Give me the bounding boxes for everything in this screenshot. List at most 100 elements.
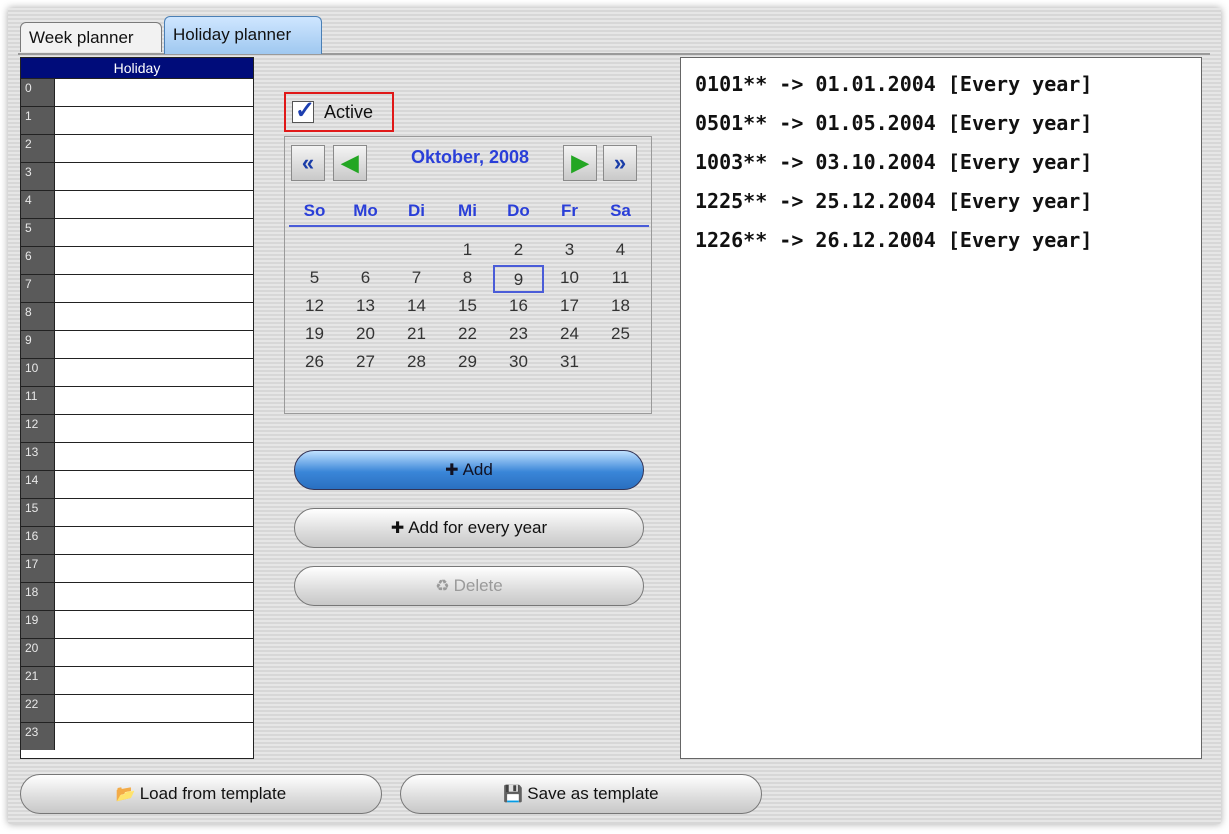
holiday-list-item[interactable]: 0501** -> 01.05.2004 [Every year] bbox=[695, 105, 1201, 144]
hour-cell[interactable] bbox=[55, 555, 253, 582]
calendar-day[interactable]: 11 bbox=[595, 265, 646, 293]
calendar-day[interactable]: 25 bbox=[595, 321, 646, 349]
holiday-list-item[interactable]: 1003** -> 03.10.2004 [Every year] bbox=[695, 144, 1201, 183]
hour-row[interactable]: 21 bbox=[21, 666, 253, 694]
calendar-day[interactable]: 4 bbox=[595, 237, 646, 265]
hour-cell[interactable] bbox=[55, 247, 253, 274]
hour-cell[interactable] bbox=[55, 303, 253, 330]
hour-row[interactable]: 8 bbox=[21, 302, 253, 330]
hour-cell[interactable] bbox=[55, 443, 253, 470]
active-checkbox[interactable]: ✓ bbox=[292, 97, 315, 124]
hour-row[interactable]: 6 bbox=[21, 246, 253, 274]
hour-row[interactable]: 9 bbox=[21, 330, 253, 358]
hour-row[interactable]: 5 bbox=[21, 218, 253, 246]
hour-row[interactable]: 12 bbox=[21, 414, 253, 442]
hour-cell[interactable] bbox=[55, 331, 253, 358]
hour-cell[interactable] bbox=[55, 191, 253, 218]
hour-cell[interactable] bbox=[55, 415, 253, 442]
hour-cell[interactable] bbox=[55, 135, 253, 162]
hour-row[interactable]: 14 bbox=[21, 470, 253, 498]
add-every-year-button[interactable]: ✚ Add for every year bbox=[294, 508, 644, 548]
hour-cell[interactable] bbox=[55, 695, 253, 722]
hour-row[interactable]: 3 bbox=[21, 162, 253, 190]
calendar-day[interactable]: 19 bbox=[289, 321, 340, 349]
calendar-day[interactable]: 14 bbox=[391, 293, 442, 321]
calendar-day[interactable]: 16 bbox=[493, 293, 544, 321]
hour-row[interactable]: 16 bbox=[21, 526, 253, 554]
holiday-list[interactable]: 0101** -> 01.01.2004 [Every year] 0501** … bbox=[680, 57, 1202, 759]
calendar-day[interactable]: 24 bbox=[544, 321, 595, 349]
hour-cell[interactable] bbox=[55, 723, 253, 750]
hour-row[interactable]: 2 bbox=[21, 134, 253, 162]
calendar-day[interactable]: 27 bbox=[340, 349, 391, 377]
hour-cell[interactable] bbox=[55, 611, 253, 638]
hour-cell[interactable] bbox=[55, 163, 253, 190]
calendar-day[interactable]: 21 bbox=[391, 321, 442, 349]
calendar-day[interactable]: 2 bbox=[493, 237, 544, 265]
hour-row[interactable]: 0 bbox=[21, 78, 253, 106]
hour-cell[interactable] bbox=[55, 219, 253, 246]
calendar-day[interactable]: 8 bbox=[442, 265, 493, 293]
calendar-day[interactable]: 3 bbox=[544, 237, 595, 265]
calendar-day[interactable]: 20 bbox=[340, 321, 391, 349]
calendar-day[interactable]: 26 bbox=[289, 349, 340, 377]
holiday-list-item[interactable]: 1225** -> 25.12.2004 [Every year] bbox=[695, 183, 1201, 222]
hour-row[interactable]: 15 bbox=[21, 498, 253, 526]
calendar-day[interactable]: 22 bbox=[442, 321, 493, 349]
hour-row[interactable]: 18 bbox=[21, 582, 253, 610]
load-from-template-button[interactable]: 📂 Load from template bbox=[20, 774, 382, 814]
calendar-day[interactable]: 12 bbox=[289, 293, 340, 321]
calendar-day[interactable]: 13 bbox=[340, 293, 391, 321]
hour-cell[interactable] bbox=[55, 527, 253, 554]
double-right-arrow-icon[interactable]: » bbox=[603, 145, 637, 181]
hour-row[interactable]: 11 bbox=[21, 386, 253, 414]
hour-row[interactable]: 19 bbox=[21, 610, 253, 638]
calendar-day[interactable]: 10 bbox=[544, 265, 595, 293]
hour-row[interactable]: 23 bbox=[21, 722, 253, 750]
calendar-day[interactable]: 5 bbox=[289, 265, 340, 293]
add-button[interactable]: ✚ Add bbox=[294, 450, 644, 490]
calendar-day[interactable]: 1 bbox=[442, 237, 493, 265]
calendar-day[interactable]: 23 bbox=[493, 321, 544, 349]
hour-row[interactable]: 4 bbox=[21, 190, 253, 218]
tab-holiday-planner[interactable]: Holiday planner bbox=[164, 16, 322, 54]
hour-row[interactable]: 10 bbox=[21, 358, 253, 386]
hour-row[interactable]: 7 bbox=[21, 274, 253, 302]
hour-row[interactable]: 13 bbox=[21, 442, 253, 470]
hour-number: 3 bbox=[21, 163, 55, 190]
hour-row[interactable]: 22 bbox=[21, 694, 253, 722]
hour-cell[interactable] bbox=[55, 387, 253, 414]
hour-cell[interactable] bbox=[55, 471, 253, 498]
calendar-day[interactable]: 28 bbox=[391, 349, 442, 377]
calendar-day[interactable]: 7 bbox=[391, 265, 442, 293]
double-left-arrow-icon[interactable]: « bbox=[291, 145, 325, 181]
hour-row[interactable]: 1 bbox=[21, 106, 253, 134]
right-arrow-icon[interactable]: ▶ bbox=[563, 145, 597, 181]
calendar-day[interactable]: 18 bbox=[595, 293, 646, 321]
tab-week-planner[interactable]: Week planner bbox=[20, 22, 162, 52]
left-arrow-icon[interactable]: ◀ bbox=[333, 145, 367, 181]
hour-cell[interactable] bbox=[55, 359, 253, 386]
calendar-day[interactable]: 9 bbox=[493, 265, 544, 293]
hour-row[interactable]: 20 bbox=[21, 638, 253, 666]
calendar-day[interactable]: 15 bbox=[442, 293, 493, 321]
calendar-day[interactable]: 6 bbox=[340, 265, 391, 293]
holiday-list-item[interactable]: 1226** -> 26.12.2004 [Every year] bbox=[695, 222, 1201, 261]
calendar-day[interactable]: 30 bbox=[493, 349, 544, 377]
holiday-list-item[interactable]: 0101** -> 01.01.2004 [Every year] bbox=[695, 66, 1201, 105]
calendar-day[interactable]: 17 bbox=[544, 293, 595, 321]
save-as-template-button[interactable]: 💾 Save as template bbox=[400, 774, 762, 814]
calendar-day[interactable]: 29 bbox=[442, 349, 493, 377]
hour-cell[interactable] bbox=[55, 107, 253, 134]
hour-cell[interactable] bbox=[55, 639, 253, 666]
hour-cell[interactable] bbox=[55, 275, 253, 302]
delete-button[interactable]: ♻ Delete bbox=[294, 566, 644, 606]
hour-cell[interactable] bbox=[55, 583, 253, 610]
hour-cell[interactable] bbox=[55, 499, 253, 526]
hour-number: 8 bbox=[21, 303, 55, 330]
active-toggle[interactable]: ✓ Active bbox=[284, 92, 394, 132]
hour-cell[interactable] bbox=[55, 79, 253, 106]
hour-cell[interactable] bbox=[55, 667, 253, 694]
hour-row[interactable]: 17 bbox=[21, 554, 253, 582]
calendar-day[interactable]: 31 bbox=[544, 349, 595, 377]
